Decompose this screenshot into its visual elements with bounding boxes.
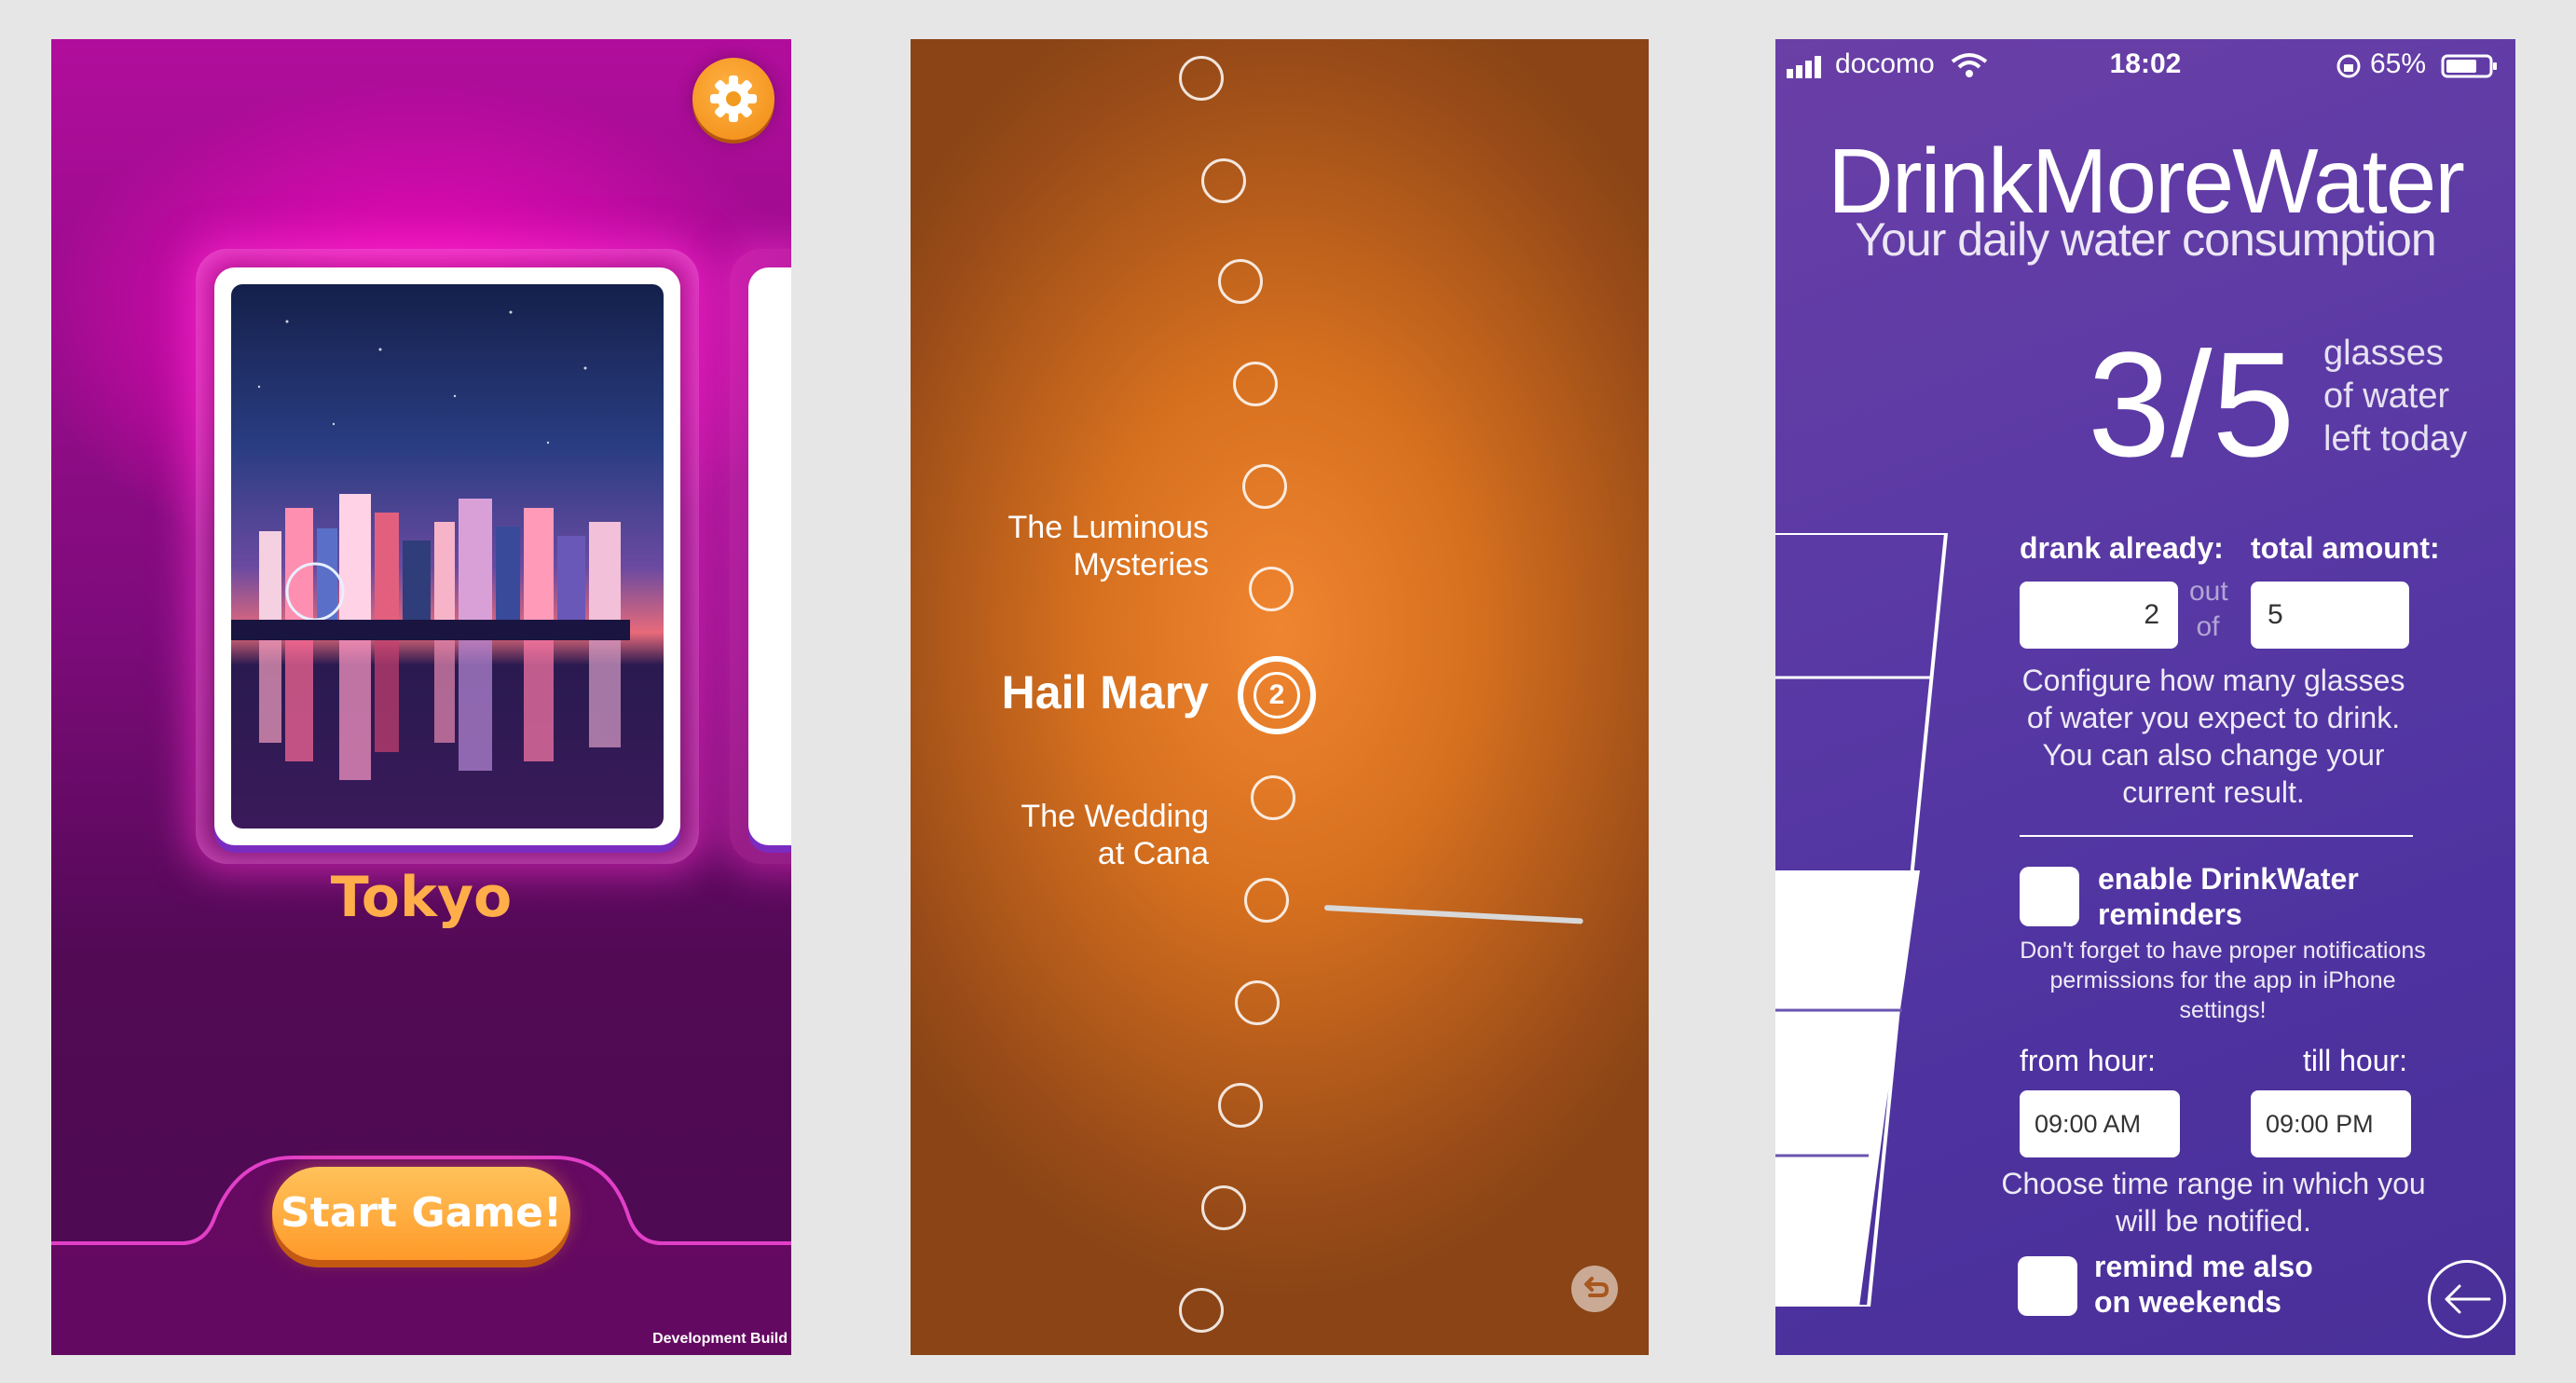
rosary-bead[interactable] bbox=[1242, 464, 1287, 509]
glasses-left-label: glasses of water left today bbox=[2323, 334, 2468, 459]
dev-build-label: Development Build bbox=[652, 1331, 788, 1347]
till-hour-label: till hour: bbox=[2303, 1044, 2408, 1077]
current-prayer-label: Hail Mary bbox=[1001, 666, 1209, 719]
status-bar: docomo 18:02 65% bbox=[1775, 39, 2515, 95]
from-hour-label: from hour: bbox=[2020, 1044, 2156, 1077]
back-button[interactable] bbox=[2428, 1260, 2506, 1338]
rosary-bead[interactable] bbox=[1244, 878, 1289, 923]
current-bead[interactable]: 2 bbox=[1238, 656, 1316, 734]
till-hour-input[interactable]: 09:00 PM bbox=[2251, 1090, 2411, 1157]
rosary-screen: The Luminous Mysteries 2 Hail Mary The W… bbox=[911, 39, 1649, 1355]
out-of-text: out of bbox=[2189, 576, 2228, 642]
rosary-bead[interactable] bbox=[1179, 56, 1224, 101]
configure-help-text: Configure how many glasses of water you … bbox=[2021, 664, 2405, 809]
permissions-note: Don't forget to have proper notification… bbox=[2020, 938, 2426, 1023]
settings-button[interactable] bbox=[692, 58, 774, 140]
enable-reminders-checkbox[interactable] bbox=[2020, 867, 2079, 926]
total-amount-label: total amount: bbox=[2251, 531, 2440, 565]
battery-icon bbox=[2441, 54, 2497, 78]
rosary-bead[interactable] bbox=[1249, 567, 1294, 611]
rosary-bead[interactable] bbox=[1218, 1083, 1263, 1128]
gear-icon bbox=[710, 75, 757, 122]
drank-already-input[interactable]: 2 bbox=[2020, 582, 2178, 649]
rosary-bead[interactable] bbox=[1251, 775, 1295, 820]
city-title: Tokyo bbox=[330, 865, 513, 930]
prayer-count: 2 bbox=[1254, 672, 1300, 719]
city-card-tokyo[interactable] bbox=[214, 267, 680, 845]
arrow-left-icon bbox=[2445, 1284, 2491, 1314]
undo-button[interactable] bbox=[1571, 1266, 1618, 1312]
undo-icon bbox=[1584, 1277, 1610, 1297]
drink-more-water-screen: docomo 18:02 65% DrinkMoreWater Your dai… bbox=[1775, 39, 2515, 1355]
app-subtitle: Your daily water consumption bbox=[1855, 213, 2436, 266]
rosary-bead[interactable] bbox=[1218, 259, 1263, 304]
start-game-button[interactable]: Start Game! bbox=[272, 1167, 570, 1260]
rosary-bead[interactable] bbox=[1201, 158, 1246, 203]
section-divider bbox=[2020, 835, 2413, 837]
rosary-chain-line bbox=[1323, 905, 1583, 924]
battery-percent: 65% bbox=[2369, 48, 2426, 79]
weekends-checkbox[interactable] bbox=[2018, 1256, 2077, 1316]
water-glass-graphic bbox=[1775, 533, 1949, 1307]
drank-already-label: drank already: bbox=[2020, 531, 2224, 565]
rosary-bead[interactable] bbox=[1235, 980, 1280, 1025]
rosary-bead[interactable] bbox=[1233, 362, 1278, 406]
tokyo-skyline-image bbox=[231, 284, 664, 828]
enable-reminders-label: enable DrinkWater reminders bbox=[2098, 862, 2359, 931]
weekends-label: remind me also on weekends bbox=[2094, 1250, 2313, 1319]
rosary-bead[interactable] bbox=[1201, 1185, 1246, 1230]
rosary-bead[interactable] bbox=[1179, 1288, 1224, 1333]
tokyo-game-screen: Tokyo Start Game! Development Build bbox=[51, 39, 791, 1355]
mystery-title-next: The Wedding at Cana bbox=[1021, 799, 1209, 871]
time-range-help: Choose time range in which you will be n… bbox=[2001, 1167, 2426, 1238]
orientation-lock-icon bbox=[2336, 54, 2361, 78]
from-hour-input[interactable]: 09:00 AM bbox=[2020, 1090, 2180, 1157]
glasses-left-count: 3/5 bbox=[2088, 321, 2295, 487]
total-amount-input[interactable]: 5 bbox=[2251, 582, 2409, 649]
mystery-title-prev: The Luminous Mysteries bbox=[1007, 510, 1209, 582]
next-city-card[interactable] bbox=[730, 249, 791, 864]
